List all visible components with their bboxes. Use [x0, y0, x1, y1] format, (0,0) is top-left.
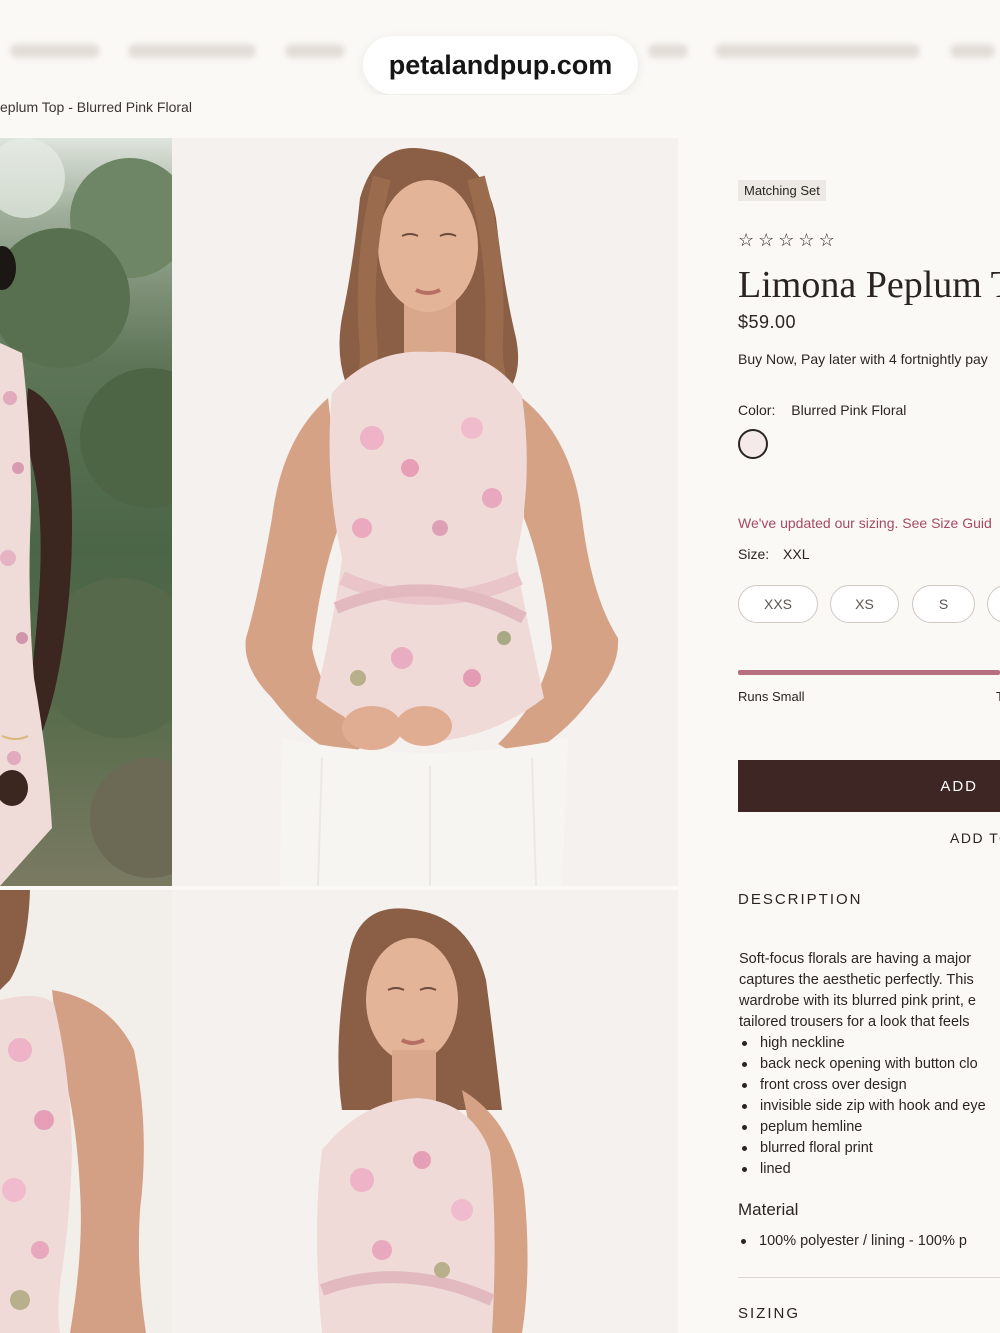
fit-label-right: T [996, 689, 1000, 704]
size-value: XXL [783, 546, 810, 562]
feature-item: front cross over design [739, 1075, 1000, 1096]
fit-label-left: Runs Small [738, 689, 805, 704]
material-list: 100% polyester / lining - 100% p [738, 1231, 967, 1252]
section-divider [738, 1277, 1000, 1278]
star-icon: ☆ [778, 230, 796, 250]
nav-item-blur [128, 44, 256, 58]
description-heading[interactable]: DESCRIPTION [738, 891, 863, 908]
size-option-next[interactable] [987, 585, 1000, 623]
add-to-cart-label: ADD [940, 777, 978, 795]
material-heading: Material [738, 1200, 799, 1219]
url-text: petalandpup.com [388, 49, 613, 80]
feature-item: back neck opening with button clo [739, 1054, 1000, 1075]
closeup-model-illustration [0, 890, 146, 1333]
product-photo-angle[interactable] [172, 890, 678, 1333]
star-icon: ☆ [818, 230, 836, 250]
bnpl-text[interactable]: Buy Now, Pay later with 4 fortnightly pa… [738, 351, 988, 367]
sizing-heading[interactable]: SIZING [738, 1305, 800, 1322]
product-title: Limona Peplum To [738, 264, 1000, 306]
size-selection: Size: XXL [738, 546, 809, 562]
breadcrumb[interactable]: eplum Top - Blurred Pink Floral [0, 99, 192, 115]
star-icon: ☆ [758, 230, 776, 250]
product-photo-main[interactable] [172, 138, 678, 886]
add-to-cart-button[interactable]: ADD [738, 760, 1000, 812]
product-info: Matching Set ☆ ☆ ☆ ☆ ☆ Limona Peplum To … [738, 0, 1000, 1333]
angle-model-illustration [317, 908, 528, 1333]
rating-stars[interactable]: ☆ ☆ ☆ ☆ ☆ [738, 230, 836, 251]
size-option-xs[interactable]: XS [830, 585, 899, 623]
product-photo-outdoor[interactable] [0, 138, 172, 886]
product-photo-closeup[interactable] [0, 890, 172, 1333]
sizing-update-link[interactable]: We've updated our sizing. See Size Guid [738, 515, 992, 531]
description-line: wardrobe with its blurred pink print, e [739, 993, 976, 1009]
description-line: Soft-focus florals are having a major [739, 951, 972, 967]
color-label: Color: [738, 402, 776, 418]
product-price: $59.00 [738, 312, 797, 332]
nav-item-blur [648, 44, 688, 58]
description-line: captures the aesthetic perfectly. This [739, 972, 974, 988]
feature-item: invisible side zip with hook and eye [739, 1096, 1000, 1117]
star-icon: ☆ [798, 230, 816, 250]
url-pill[interactable]: petalandpup.com [363, 36, 638, 94]
description-line: tailored trousers for a look that feels [739, 1014, 970, 1030]
feature-item: blurred floral print [739, 1138, 1000, 1159]
size-option-s[interactable]: S [912, 585, 975, 623]
fit-scale-bar [738, 670, 1000, 675]
star-icon: ☆ [738, 230, 756, 250]
outdoor-model-illustration [0, 138, 172, 886]
feature-item: peplum hemline [739, 1117, 1000, 1138]
nav-item-blur [10, 44, 100, 58]
material-item: 100% polyester / lining - 100% p [738, 1231, 967, 1252]
feature-item: lined [739, 1159, 1000, 1180]
feature-list: high neckline back neck opening with but… [739, 1033, 1000, 1180]
add-to-wishlist-link[interactable]: ADD TO [950, 830, 1000, 846]
size-label: Size: [738, 546, 770, 562]
color-selection: Color: Blurred Pink Floral [738, 402, 906, 418]
main-model-illustration [245, 148, 619, 886]
nav-item-blur [285, 44, 345, 58]
description-body: Soft-focus florals are having a major ca… [739, 949, 1000, 1180]
color-swatch[interactable] [738, 429, 768, 459]
size-option-xxs[interactable]: XXS [738, 585, 818, 623]
feature-item: high neckline [739, 1033, 1000, 1054]
color-value: Blurred Pink Floral [791, 402, 907, 418]
matching-set-tag[interactable]: Matching Set [738, 180, 826, 201]
